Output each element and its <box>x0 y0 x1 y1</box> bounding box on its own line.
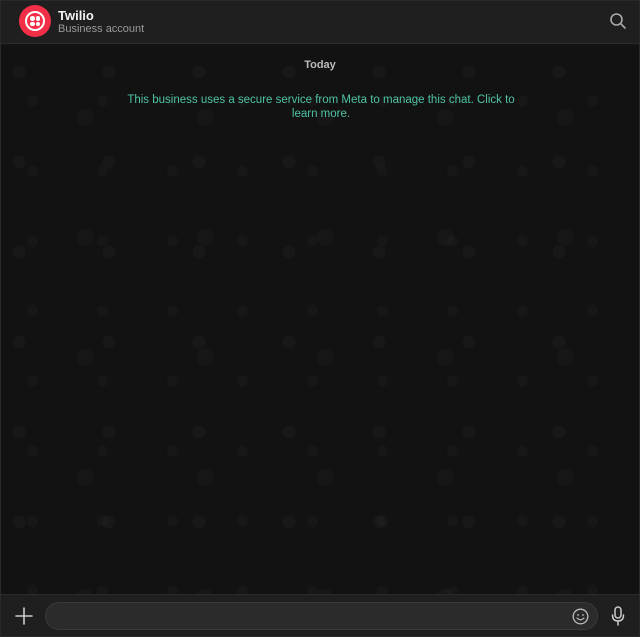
emoji-icon[interactable] <box>572 608 589 625</box>
contact-name[interactable]: Twilio <box>58 8 94 23</box>
chat-header: Twilio Business account <box>1 1 639 44</box>
chat-window: Twilio Business account Today This busin… <box>0 0 640 637</box>
contact-subtitle: Business account <box>58 23 145 35</box>
date-separator: Today <box>304 59 336 71</box>
search-icon[interactable] <box>609 12 627 30</box>
composer-bar <box>1 594 639 636</box>
encryption-notice[interactable]: This business uses a secure service from… <box>121 93 521 121</box>
message-input[interactable] <box>45 602 598 630</box>
avatar[interactable] <box>19 5 51 37</box>
plus-icon[interactable] <box>15 607 33 625</box>
twilio-logo-icon <box>25 11 45 31</box>
message-list[interactable]: Today This business uses a secure servic… <box>1 45 639 594</box>
microphone-icon[interactable] <box>610 606 626 626</box>
